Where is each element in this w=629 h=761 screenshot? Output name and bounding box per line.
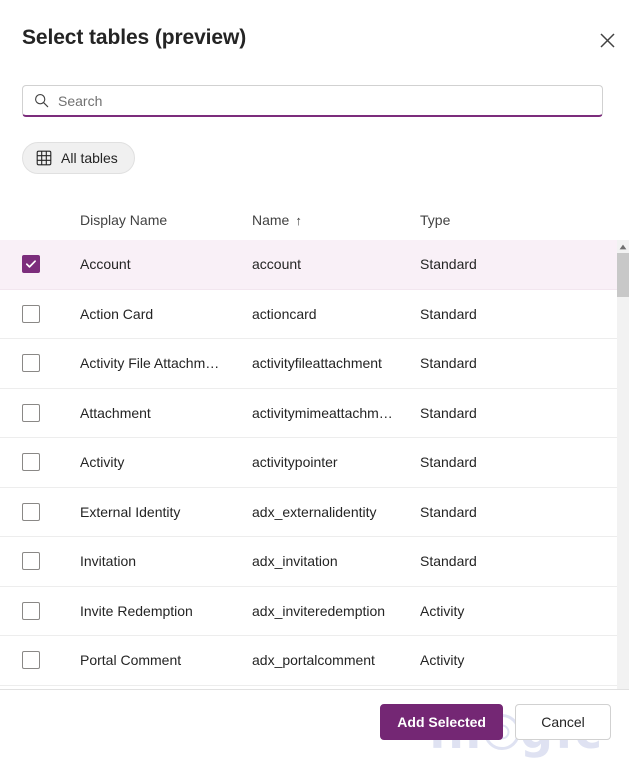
row-type: Activity [420,602,465,619]
checkbox-icon[interactable] [22,651,40,670]
row-type: Standard [420,503,477,520]
search-box[interactable] [22,85,603,117]
checkbox-icon[interactable] [22,502,40,521]
table-row[interactable]: Action Card actioncard Standard [0,289,617,339]
checkbox-icon[interactable] [22,453,40,472]
grid-icon [36,150,52,166]
row-type: Standard [420,454,477,471]
row-display-name: Action Card [80,305,154,322]
row-type: Standard [420,305,477,322]
row-name: account [252,256,302,273]
cancel-button[interactable]: Cancel [515,704,611,740]
row-type: Activity [420,652,465,669]
checkbox-icon[interactable] [22,601,40,620]
tables-list: Display Name Name ↑ Type Account account St… [0,200,629,689]
row-name: adx_portalcomment [252,652,375,669]
row-checkbox-cell[interactable] [22,453,80,472]
checkbox-icon[interactable] [22,354,40,373]
row-name: activityfileattachment [252,355,382,372]
select-tables-dialog: Select tables (preview) All tables [0,0,629,761]
table-row[interactable]: Activity File Attachm… activityfileattach… [0,339,617,389]
row-type: Standard [420,553,477,570]
row-checkbox-cell[interactable] [22,502,80,521]
column-header-type[interactable]: Type [420,212,629,228]
table-row[interactable]: Portal Comment adx_portalcomment Activity [0,636,617,686]
column-header-name-label: Name [252,212,290,228]
row-display-name: Portal Comment [80,652,182,669]
table-row[interactable]: Invite Redemption adx_inviteredemption Act… [0,586,617,636]
add-selected-button[interactable]: Add Selected [380,704,503,740]
checkbox-icon[interactable] [22,304,40,323]
sort-ascending-icon: ↑ [295,213,302,228]
table-row[interactable]: Invitation adx_invitation Standard [0,537,617,587]
close-icon[interactable] [591,24,623,56]
filter-pill-row: All tables [22,142,135,174]
row-checkbox-cell[interactable] [22,255,80,274]
row-checkbox-cell[interactable] [22,304,80,323]
row-checkbox-cell[interactable] [22,651,80,670]
column-header-name[interactable]: Name ↑ [252,212,420,228]
vertical-scrollbar[interactable] [617,240,629,689]
all-tables-filter-button[interactable]: All tables [22,142,135,174]
row-display-name: Activity [80,454,125,471]
row-name: adx_invitation [252,553,338,570]
dialog-header: Select tables (preview) [0,0,629,74]
search-input[interactable] [58,86,592,115]
row-display-name: Account [80,256,131,273]
table-row[interactable]: External Identity adx_externalidentity Sta… [0,487,617,537]
table-header-row: Display Name Name ↑ Type [0,200,629,240]
row-checkbox-cell[interactable] [22,552,80,571]
checkbox-checked-icon[interactable] [22,255,40,274]
row-display-name: Attachment [80,404,151,421]
table-row[interactable]: Account account Standard [0,240,617,290]
row-checkbox-cell[interactable] [22,354,80,373]
row-type: Standard [420,355,477,372]
row-name: activitypointer [252,454,338,471]
checkbox-icon[interactable] [22,552,40,571]
scroll-up-arrow-icon[interactable] [617,242,629,252]
column-header-display-name-label: Display Name [80,212,168,228]
row-name: activitymimeattachm… [252,404,393,421]
row-name: adx_externalidentity [252,503,377,520]
footer-button-row: Add Selected Cancel [380,704,611,740]
dialog-footer: ingic Add Selected Cancel [0,689,629,761]
row-display-name: Invite Redemption [80,602,193,619]
row-display-name: Activity File Attachm… [80,355,220,372]
all-tables-filter-label: All tables [61,150,118,166]
column-header-display-name[interactable]: Display Name [80,212,252,228]
row-type: Standard [420,256,477,273]
row-display-name: Invitation [80,553,137,570]
column-header-type-label: Type [420,212,451,228]
checkbox-icon[interactable] [22,403,40,422]
scrollbar-thumb[interactable] [617,253,629,297]
row-name: actioncard [252,305,317,322]
row-display-name: External Identity [80,503,181,520]
search-icon [33,93,49,109]
page-title: Select tables (preview) [22,26,247,49]
row-checkbox-cell[interactable] [22,403,80,422]
table-row[interactable]: Activity activitypointer Standard [0,438,617,488]
row-checkbox-cell[interactable] [22,601,80,620]
table-body: Account account Standard Action Card actionc… [0,240,629,689]
row-type: Standard [420,404,477,421]
table-rows-container: Account account Standard Action Card actionc… [0,240,617,689]
row-name: adx_inviteredemption [252,602,386,619]
table-row[interactable]: Attachment activitymimeattachm… Standard [0,388,617,438]
